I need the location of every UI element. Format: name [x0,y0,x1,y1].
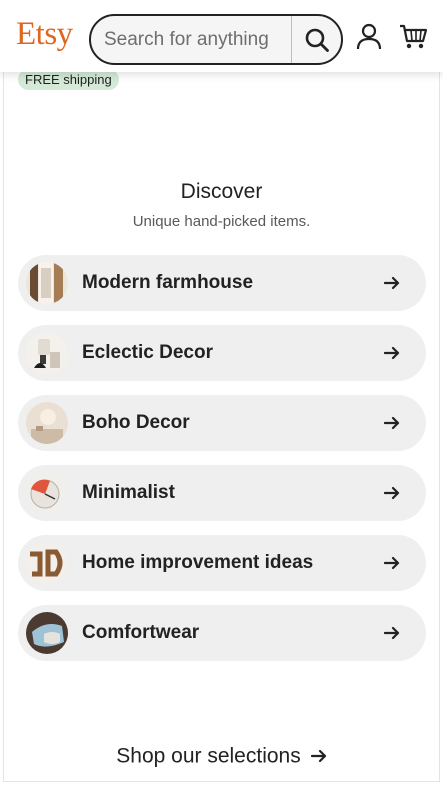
shop-our-selections-link[interactable]: Shop our selections [0,744,443,768]
item-label: Boho Decor [82,412,190,433]
arrow-right-icon [384,346,400,360]
item-thumbnail [26,612,68,654]
arrow-right-icon [310,750,326,763]
discover-item-boho-decor[interactable]: Boho Decor [18,395,426,451]
arrow-right-icon [384,276,400,290]
item-label: Eclectic Decor [82,342,213,363]
discover-item-minimalist[interactable]: Minimalist [18,465,426,521]
discover-subtitle: Unique hand-picked items. [132,213,311,230]
etsy-logo[interactable]: Etsy [16,18,73,51]
discover-item-comfortwear[interactable]: Comfortwear [18,605,426,661]
item-thumbnail [26,332,68,374]
discover-item-modern-farmhouse[interactable]: Modern farmhouse [18,255,426,311]
search-icon [305,28,329,52]
item-thumbnail [26,542,68,584]
item-thumbnail [26,472,68,514]
header: Etsy [0,0,443,72]
discover-item-eclectic-decor[interactable]: Eclectic Decor [18,325,426,381]
search-input[interactable] [91,16,291,63]
item-label: Home improvement ideas [82,552,314,573]
item-label: Comfortwear [82,622,200,643]
search-button[interactable] [292,16,341,63]
free-shipping-badge: FREE shipping [18,69,119,90]
discover-item-home-improvement-ideas[interactable]: Home improvement ideas [18,535,426,591]
arrow-right-icon [384,486,400,500]
account-button[interactable] [353,20,385,52]
cart-icon [400,24,428,49]
arrow-right-icon [384,416,400,430]
search-bar[interactable] [89,14,343,65]
shop-label: Shop our selections [116,744,301,768]
user-icon [356,23,382,50]
item-thumbnail [26,402,68,444]
arrow-right-icon [384,556,400,570]
cart-button[interactable] [398,20,430,52]
page-frame [3,0,440,782]
item-thumbnail [26,262,68,304]
discover-title: Discover [180,180,263,203]
item-label: Minimalist [82,482,175,503]
arrow-right-icon [384,626,400,640]
item-label: Modern farmhouse [82,272,254,293]
